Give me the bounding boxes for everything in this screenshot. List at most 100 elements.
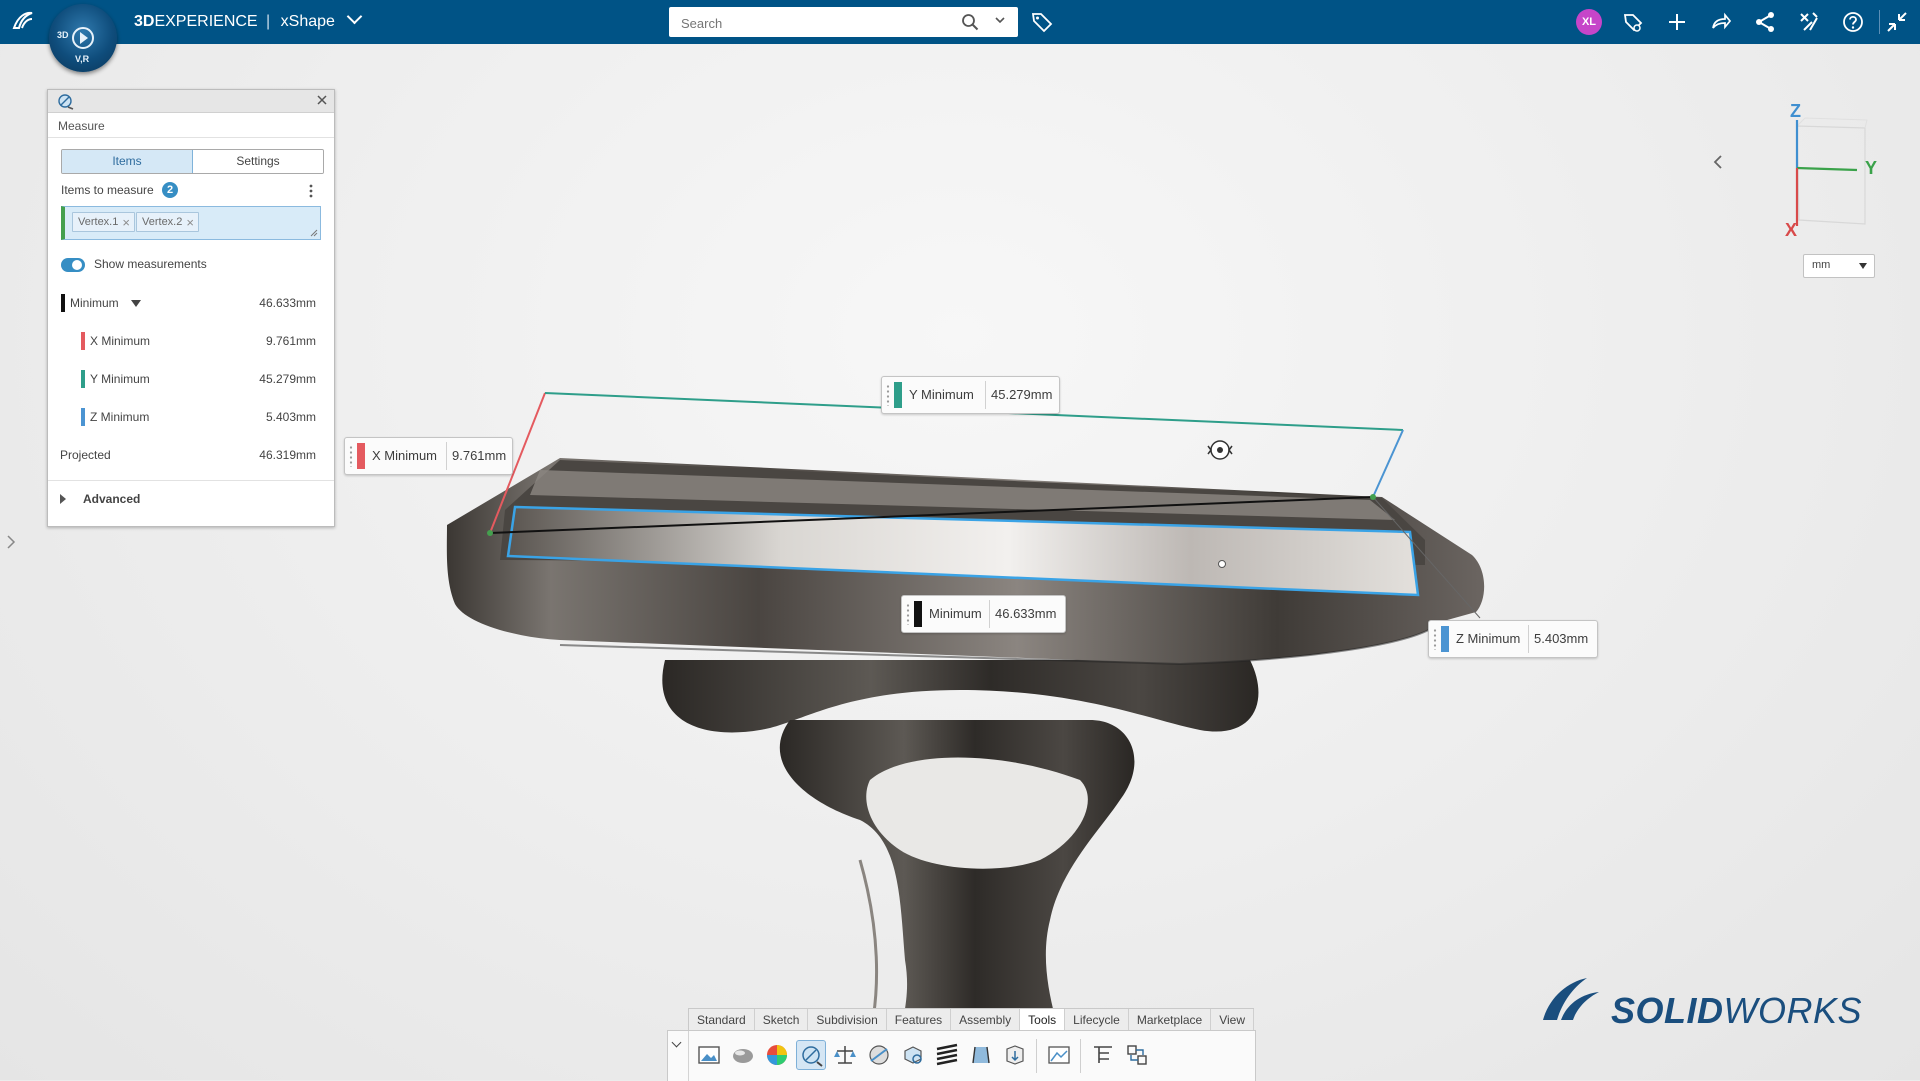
tab-sketch[interactable]: Sketch — [755, 1009, 809, 1031]
action-bar — [667, 1030, 1256, 1081]
logo-solid: SOLID — [1611, 990, 1724, 1031]
filter-tree-icon[interactable] — [1088, 1040, 1118, 1070]
close-icon[interactable] — [315, 93, 329, 107]
caret-down-icon[interactable] — [1859, 263, 1867, 269]
material-sphere-icon[interactable] — [728, 1040, 758, 1070]
caret-down-icon[interactable] — [131, 300, 141, 307]
x-minimum-label[interactable]: X Minimum 9.761mm — [344, 437, 513, 475]
expand-icon[interactable] — [60, 494, 66, 504]
toolbar-separator — [1080, 1039, 1081, 1073]
z-minimum-line — [1372, 429, 1404, 498]
draft-analysis-icon[interactable] — [966, 1040, 996, 1070]
export-icon[interactable] — [1000, 1040, 1030, 1070]
vertex-2-marker[interactable] — [1370, 494, 1376, 500]
z-minimum-label[interactable]: Z Minimum 5.403mm — [1428, 620, 1598, 658]
color-swatch — [81, 408, 85, 426]
label-separator — [1528, 625, 1529, 653]
color-swatch — [61, 294, 65, 312]
drag-handle-icon[interactable] — [886, 384, 890, 406]
label-value: 5.403mm — [1534, 631, 1589, 646]
selected-items-field[interactable]: Vertex.1 × Vertex.2 × — [61, 206, 321, 240]
more-options-icon[interactable] — [308, 183, 314, 199]
tab-features[interactable]: Features — [887, 1009, 952, 1031]
ds-brand-icon — [1543, 978, 1599, 1020]
color-swatch — [894, 382, 902, 408]
chevron-down-icon[interactable] — [668, 1031, 689, 1081]
measure-row-label: Z Minimum — [90, 410, 150, 424]
tab-view[interactable]: View — [1211, 1009, 1255, 1031]
measure-row-value: 45.279mm — [259, 372, 316, 386]
label-name: X Minimum — [372, 448, 438, 463]
label-separator — [985, 381, 986, 409]
drag-handle-icon[interactable] — [1433, 628, 1437, 650]
measure-row-value: 46.633mm — [259, 296, 316, 310]
label-name: Z Minimum — [1456, 631, 1521, 646]
vertex-chip-label: Vertex.1 — [78, 216, 119, 228]
measure-icon[interactable] — [796, 1040, 826, 1070]
triad-y-label: Y — [1865, 158, 1878, 178]
compare-icon[interactable] — [1122, 1040, 1152, 1070]
measure-row-label: Minimum — [70, 296, 119, 310]
render-image-icon[interactable] — [1044, 1040, 1074, 1070]
unit-select[interactable]: mm — [1803, 254, 1875, 278]
advanced-section[interactable]: Advanced — [48, 487, 334, 513]
tab-items[interactable]: Items — [62, 150, 193, 173]
solidworks-logo: SOLIDWORKS — [1537, 968, 1862, 1031]
zebra-icon[interactable] — [932, 1040, 962, 1070]
compass-3d-label: 3D — [57, 30, 69, 40]
play-icon[interactable] — [72, 27, 94, 49]
vertex-chip[interactable]: Vertex.2 × — [136, 212, 199, 232]
tab-standard[interactable]: Standard — [689, 1009, 755, 1031]
chevron-left-icon[interactable] — [1705, 149, 1731, 175]
y-minimum-label[interactable]: Y Minimum 45.279mm — [881, 376, 1060, 414]
measure-row-label: Projected — [60, 448, 111, 462]
drag-handle-icon[interactable] — [349, 445, 353, 467]
show-measurements-toggle[interactable] — [61, 258, 85, 272]
tab-lifecycle[interactable]: Lifecycle — [1065, 1009, 1129, 1031]
measure-row-y-minimum[interactable]: Y Minimum 45.279mm — [48, 368, 334, 390]
tab-subdivision[interactable]: Subdivision — [808, 1009, 887, 1031]
measure-row-value: 46.319mm — [259, 448, 316, 462]
drag-handle-icon[interactable] — [906, 603, 910, 625]
expand-panel-icon[interactable] — [6, 534, 16, 550]
advanced-label: Advanced — [83, 492, 141, 506]
panel-header[interactable] — [48, 90, 334, 113]
view-triad[interactable]: Z Y X — [1765, 98, 1885, 243]
capture-image-icon[interactable] — [694, 1040, 724, 1070]
label-value: 45.279mm — [991, 387, 1053, 402]
show-measurements-label: Show measurements — [94, 257, 207, 271]
measure-row-minimum[interactable]: Minimum 46.633mm — [48, 292, 334, 314]
measure-row-z-minimum[interactable]: Z Minimum 5.403mm — [48, 406, 334, 428]
resize-handle-icon[interactable] — [310, 229, 318, 237]
color-swatch — [81, 332, 85, 350]
label-name: Minimum — [929, 606, 982, 621]
vertex-chip-label: Vertex.2 — [142, 216, 183, 228]
items-count-badge: 2 — [162, 182, 178, 198]
triad-x-label: X — [1785, 220, 1798, 240]
check-geometry-icon[interactable] — [898, 1040, 928, 1070]
remove-icon[interactable]: × — [186, 214, 194, 232]
measure-row-label: X Minimum — [90, 334, 151, 348]
tab-assembly[interactable]: Assembly — [951, 1009, 1021, 1031]
logo-works: WORKS — [1723, 990, 1863, 1031]
mass-properties-icon[interactable] — [830, 1040, 860, 1070]
tab-settings[interactable]: Settings — [193, 150, 323, 173]
label-value: 46.633mm — [995, 606, 1057, 621]
remove-icon[interactable]: × — [122, 214, 130, 232]
measure-row-x-minimum[interactable]: X Minimum 9.761mm — [48, 330, 334, 352]
measure-row-projected[interactable]: Projected 46.319mm — [48, 444, 334, 466]
label-name: Y Minimum — [909, 387, 974, 402]
minimum-label[interactable]: Minimum 46.633mm — [901, 595, 1066, 633]
section-icon[interactable] — [864, 1040, 894, 1070]
panel-tabs: Items Settings — [61, 149, 324, 174]
label-separator — [446, 442, 447, 470]
tab-tools[interactable]: Tools — [1020, 1009, 1066, 1031]
color-wheel-icon[interactable] — [762, 1040, 792, 1070]
color-swatch — [914, 601, 922, 627]
vertex-1-marker[interactable] — [487, 530, 493, 536]
vertex-chip[interactable]: Vertex.1 × — [72, 212, 135, 232]
tab-marketplace[interactable]: Marketplace — [1129, 1009, 1212, 1031]
action-bar-tabs: Standard Sketch Subdivision Features Ass… — [688, 1008, 1255, 1031]
label-value: 9.761mm — [452, 448, 507, 463]
compass[interactable]: 3D V,R — [49, 4, 117, 72]
